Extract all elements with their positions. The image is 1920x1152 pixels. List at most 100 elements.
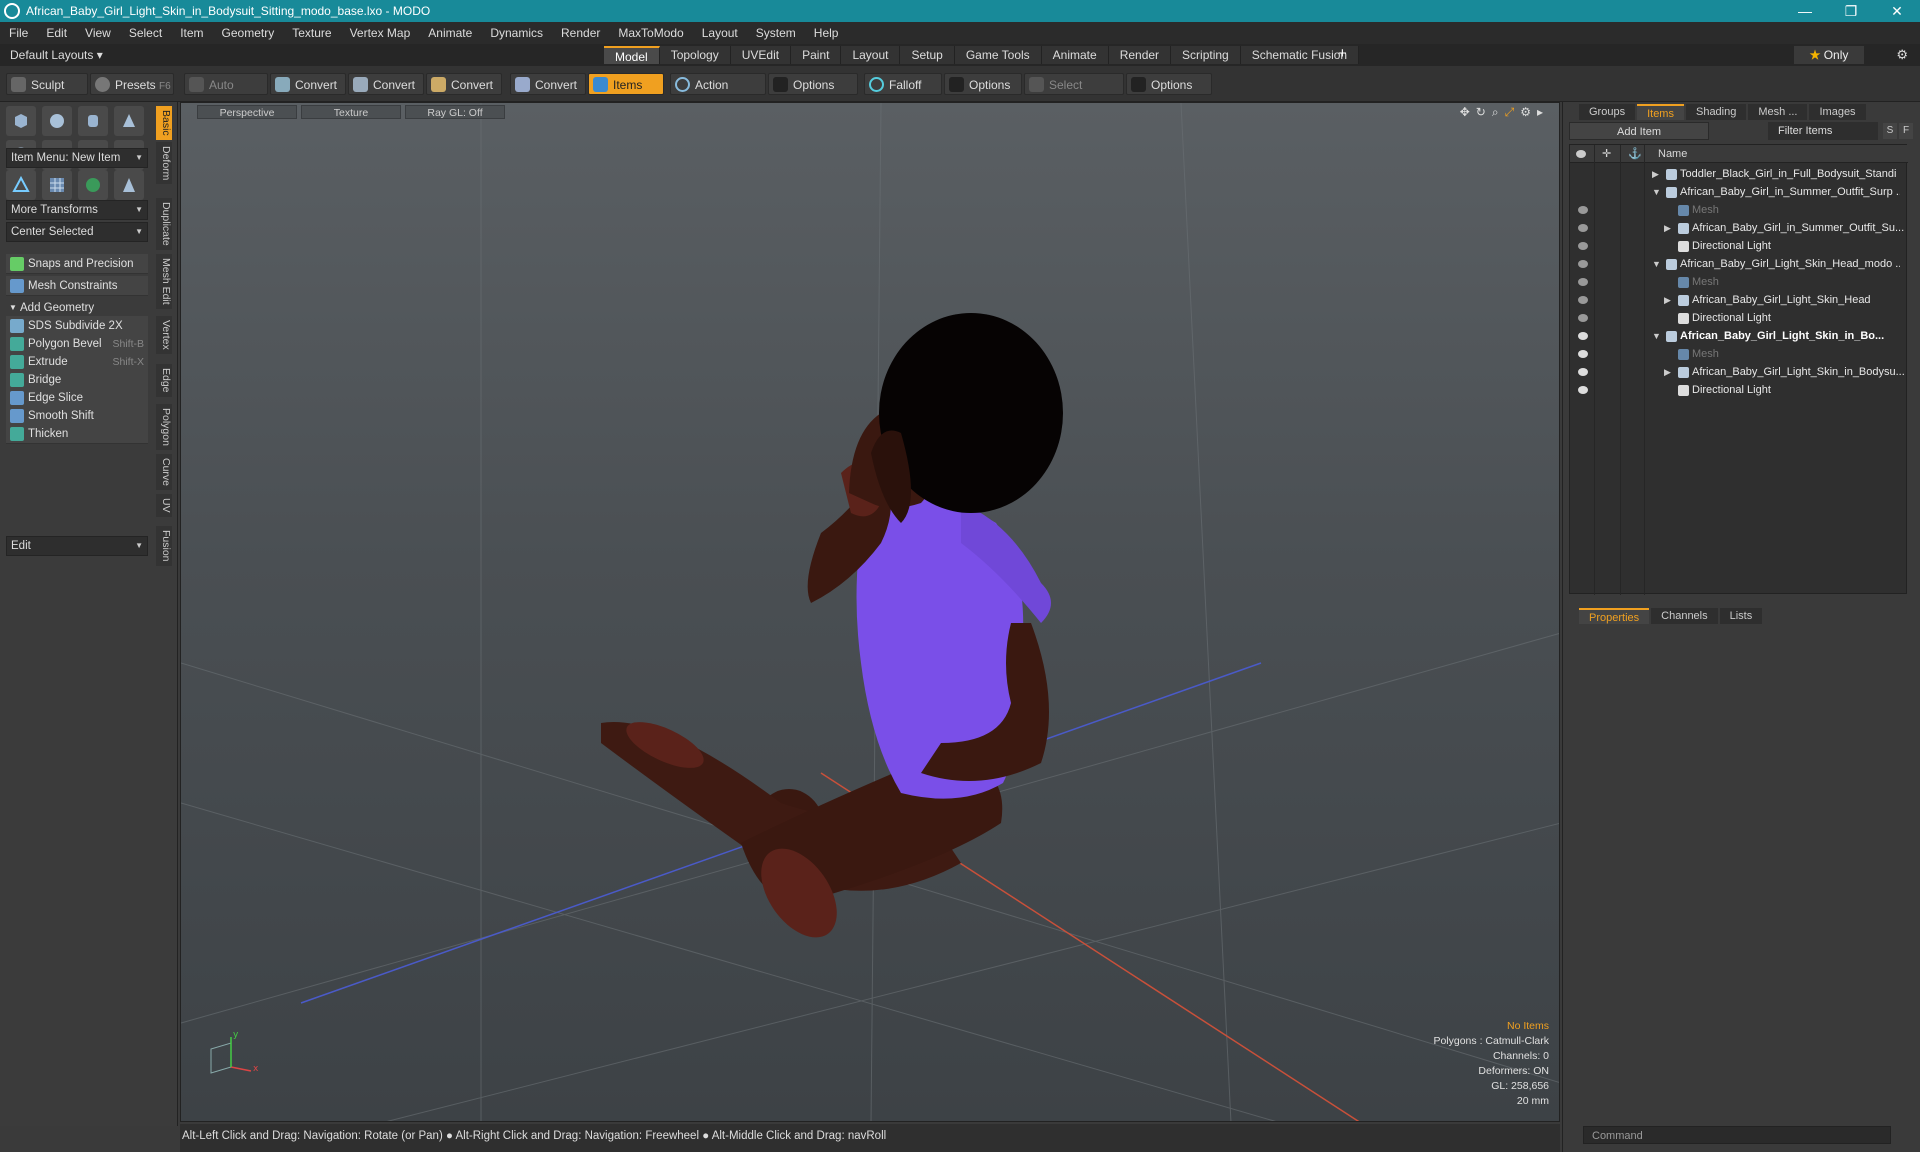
tab-images[interactable]: Images	[1809, 104, 1866, 120]
tab-channels[interactable]: Channels	[1651, 608, 1718, 624]
expand-arrow-icon[interactable]: ▶	[1664, 291, 1671, 309]
viewport-settings-icon[interactable]: ⚙	[1520, 105, 1531, 120]
visibility-eye-icon[interactable]	[1578, 350, 1588, 358]
tab-properties[interactable]: Properties	[1579, 608, 1650, 624]
menu-item-dynamics[interactable]: Dynamics	[481, 26, 552, 40]
perspective-dropdown[interactable]: Perspective	[197, 105, 297, 119]
vtab-deform[interactable]: Deform	[156, 142, 172, 185]
visibility-eye-icon[interactable]	[1578, 278, 1588, 286]
visibility-eye-icon[interactable]	[1578, 386, 1588, 394]
action-center-options-button[interactable]: Options	[768, 73, 858, 95]
vtab-vertex[interactable]: Vertex	[156, 316, 172, 354]
expand-arrow-icon[interactable]: ▸	[1537, 105, 1543, 120]
vtab-duplicate[interactable]: Duplicate	[156, 198, 172, 250]
auto-select-button[interactable]: Auto Select	[184, 73, 268, 114]
tab-groups[interactable]: Groups	[1579, 104, 1636, 120]
globe-icon[interactable]	[78, 170, 108, 200]
tab-animate[interactable]: Animate	[1041, 46, 1109, 64]
transform-icon[interactable]	[6, 170, 36, 200]
pyramid-icon[interactable]	[114, 170, 144, 200]
convert-vertices-button[interactable]: Convert	[270, 73, 346, 95]
tab-scripting[interactable]: Scripting	[1171, 46, 1241, 64]
item-list-row[interactable]: ▶ African_Baby_Girl_Light_Skin_in_Bodysu.…	[1570, 363, 1908, 381]
3d-viewport[interactable]: x y Perspective Texture Ray GL: Off ✥ ↻ …	[180, 102, 1560, 1122]
select-through-options-button[interactable]: Options	[1126, 73, 1212, 95]
cone-icon[interactable]	[114, 106, 144, 136]
filter-s-button[interactable]: S	[1883, 123, 1897, 139]
falloff-button[interactable]: Falloff	[864, 73, 942, 95]
add-geometry-header[interactable]: ▼ Add Geometry	[6, 298, 148, 318]
render-column-icon[interactable]: ⚓	[1628, 145, 1642, 163]
cube-icon[interactable]	[6, 106, 36, 136]
expand-arrow-icon[interactable]: ▶	[1652, 165, 1659, 183]
tool-thicken[interactable]: Thicken	[6, 424, 148, 444]
tool-bridge[interactable]: Bridge	[6, 370, 148, 390]
move-view-icon[interactable]: ✥	[1460, 105, 1470, 120]
tab-mesh-[interactable]: Mesh ...	[1748, 104, 1808, 120]
visibility-eye-icon[interactable]	[1578, 260, 1588, 268]
rotate-view-icon[interactable]: ↻	[1476, 105, 1486, 120]
item-list-row[interactable]: ▼ African_Baby_Girl_Light_Skin_Head_modo …	[1570, 255, 1908, 273]
item-list-row[interactable]: ▼ African_Baby_Girl_Light_Skin_in_Bo...	[1570, 327, 1908, 345]
vtab-mesh-edit[interactable]: Mesh Edit	[156, 254, 172, 309]
item-menu-dropdown[interactable]: Item Menu: New Item	[6, 148, 148, 168]
item-list-row[interactable]: ▶ Toddler_Black_Girl_in_Full_Bodysuit_Sta…	[1570, 165, 1908, 183]
shading-dropdown[interactable]: Texture	[301, 105, 401, 119]
tool-sds-subdivide-2x[interactable]: SDS Subdivide 2X	[6, 316, 148, 336]
grid-icon[interactable]	[42, 170, 72, 200]
menu-item-item[interactable]: Item	[171, 26, 212, 40]
tool-extrude[interactable]: Extrude Shift-X	[6, 352, 148, 372]
add-item-button[interactable]: Add Item	[1569, 122, 1709, 140]
lock-column-icon[interactable]: ✛	[1602, 145, 1611, 163]
collapse-arrow-icon[interactable]: ▼	[1652, 255, 1661, 273]
cylinder-icon[interactable]	[78, 106, 108, 136]
select-through-button[interactable]: Select Through	[1024, 73, 1124, 114]
menu-item-view[interactable]: View	[76, 26, 120, 40]
tool-smooth-shift[interactable]: Smooth Shift	[6, 406, 148, 426]
menu-item-maxtomodo[interactable]: MaxToModo	[609, 26, 692, 40]
only-toggle[interactable]: ★ Only	[1794, 46, 1864, 64]
tab-model[interactable]: Model	[604, 46, 660, 64]
visibility-eye-icon[interactable]	[1578, 296, 1588, 304]
tool-edge-slice[interactable]: Edge Slice	[6, 388, 148, 408]
item-list-row[interactable]: ▶ African_Baby_Girl_in_Summer_Outfit_Su..…	[1570, 219, 1908, 237]
vtab-polygon[interactable]: Polygon	[156, 404, 172, 450]
item-list-row[interactable]: ▼ African_Baby_Girl_in_Summer_Outfit_Surp…	[1570, 183, 1908, 201]
menu-item-animate[interactable]: Animate	[419, 26, 481, 40]
snaps-precision-button[interactable]: Snaps and Precision	[6, 254, 148, 274]
item-list-row[interactable]: ▶ African_Baby_Girl_Light_Skin_Head	[1570, 291, 1908, 309]
baby-model[interactable]	[601, 313, 1063, 951]
visibility-eye-icon[interactable]	[1578, 368, 1588, 376]
edit-dropdown[interactable]: Edit	[6, 536, 148, 556]
menu-item-select[interactable]: Select	[120, 26, 171, 40]
vtab-uv[interactable]: UV	[156, 494, 172, 517]
convert-edges-button[interactable]: Convert	[348, 73, 424, 95]
menu-item-help[interactable]: Help	[805, 26, 848, 40]
sculpt-button[interactable]: Sculpt	[6, 73, 88, 95]
menu-item-edit[interactable]: Edit	[37, 26, 76, 40]
fit-view-icon[interactable]: ⤢	[1505, 105, 1515, 120]
falloff-options-button[interactable]: Options	[944, 73, 1022, 95]
minimize-icon[interactable]: —	[1782, 3, 1828, 19]
add-tab-icon[interactable]: +	[1338, 45, 1347, 62]
tab-setup[interactable]: Setup	[900, 46, 955, 64]
item-list-row[interactable]: Directional Light	[1570, 237, 1908, 255]
tab-lists[interactable]: Lists	[1719, 608, 1763, 624]
convert-materials-button[interactable]: Convert	[510, 73, 586, 95]
gear-icon[interactable]: ⚙	[1896, 47, 1908, 63]
center-selected-dropdown[interactable]: Center Selected	[6, 222, 148, 242]
tab-paint[interactable]: Paint	[791, 46, 842, 64]
presets-button[interactable]: Presets F6	[90, 73, 174, 95]
command-input[interactable]: Command	[1583, 1126, 1891, 1144]
default-layouts-dropdown[interactable]: Default Layouts ▾	[10, 48, 180, 62]
vtab-basic[interactable]: Basic	[156, 106, 172, 140]
expand-arrow-icon[interactable]: ▶	[1664, 219, 1671, 237]
visibility-eye-icon[interactable]	[1578, 332, 1588, 340]
sphere-icon[interactable]	[42, 106, 72, 136]
item-list-row[interactable]: Directional Light	[1570, 381, 1908, 399]
visibility-eye-icon[interactable]	[1578, 206, 1588, 214]
item-list-row[interactable]: Mesh	[1570, 201, 1908, 219]
tab-layout[interactable]: Layout	[841, 46, 901, 64]
vtab-edge[interactable]: Edge	[156, 364, 172, 397]
filter-f-button[interactable]: F	[1899, 123, 1913, 139]
